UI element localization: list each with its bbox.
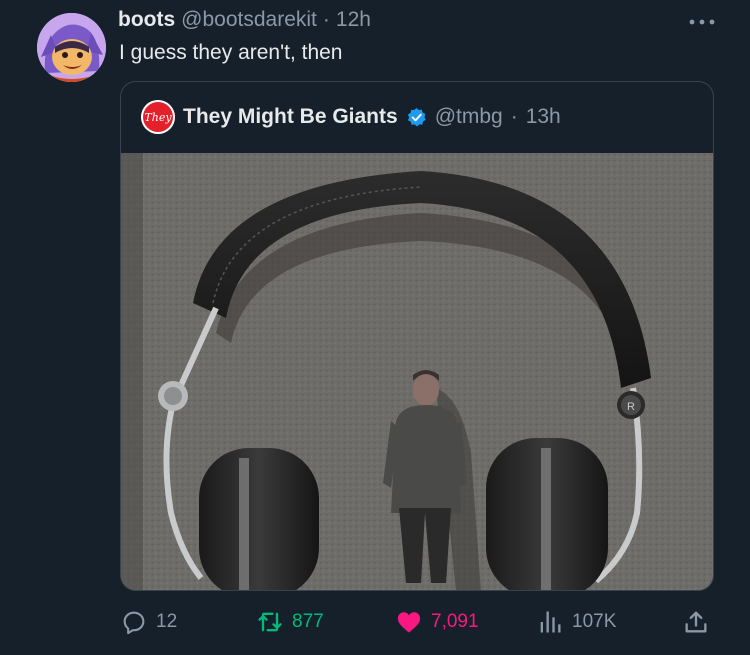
separator-dot: ·: [510, 105, 518, 128]
retweet-button[interactable]: 877: [256, 605, 324, 639]
author-handle[interactable]: @bootsdarekit: [181, 8, 317, 32]
tweet-timestamp[interactable]: 12h: [336, 8, 371, 32]
quoted-tweet-card[interactable]: They They Might Be Giants @tmbg · 13h R: [120, 81, 714, 591]
quoted-tweet-header: They They Might Be Giants @tmbg · 13h: [141, 100, 561, 134]
quoted-author-handle[interactable]: @tmbg: [435, 105, 503, 129]
svg-text:R: R: [627, 401, 635, 413]
headphones-photo: R: [121, 153, 713, 590]
retweet-count: 877: [292, 611, 324, 632]
retweet-icon: [258, 612, 282, 632]
reply-count: 12: [156, 611, 178, 632]
view-count: 107K: [572, 611, 617, 632]
svg-text:They: They: [144, 111, 172, 124]
tweet-header: boots @bootsdarekit · 12h: [118, 8, 371, 36]
more-options-button[interactable]: [688, 10, 716, 33]
verified-badge-icon: [407, 107, 426, 126]
avatar-illustration: [37, 13, 106, 82]
author-display-name[interactable]: boots: [118, 8, 175, 32]
reply-icon: [123, 611, 145, 635]
author-avatar[interactable]: [37, 13, 106, 82]
reply-button[interactable]: 12: [120, 605, 177, 639]
more-horizontal-icon: [689, 19, 715, 25]
share-button[interactable]: [682, 605, 710, 639]
heart-icon: [397, 612, 421, 633]
quoted-tweet-timestamp[interactable]: 13h: [526, 105, 561, 129]
tweet-action-bar: 12 877 7,091 107K: [0, 605, 750, 639]
separator-dot: ·: [322, 8, 330, 31]
share-icon: [685, 611, 707, 633]
views-button[interactable]: 107K: [536, 605, 616, 639]
like-count: 7,091: [431, 611, 479, 632]
quoted-tweet-photo[interactable]: R: [121, 153, 713, 590]
quoted-author-display-name[interactable]: They Might Be Giants: [183, 105, 398, 129]
analytics-bars-icon: [540, 611, 561, 633]
tmbg-logo: They: [141, 100, 175, 134]
quoted-author-avatar[interactable]: They: [141, 100, 175, 134]
like-button[interactable]: 7,091: [395, 605, 479, 639]
tweet-text: I guess they aren't, then: [119, 41, 343, 64]
